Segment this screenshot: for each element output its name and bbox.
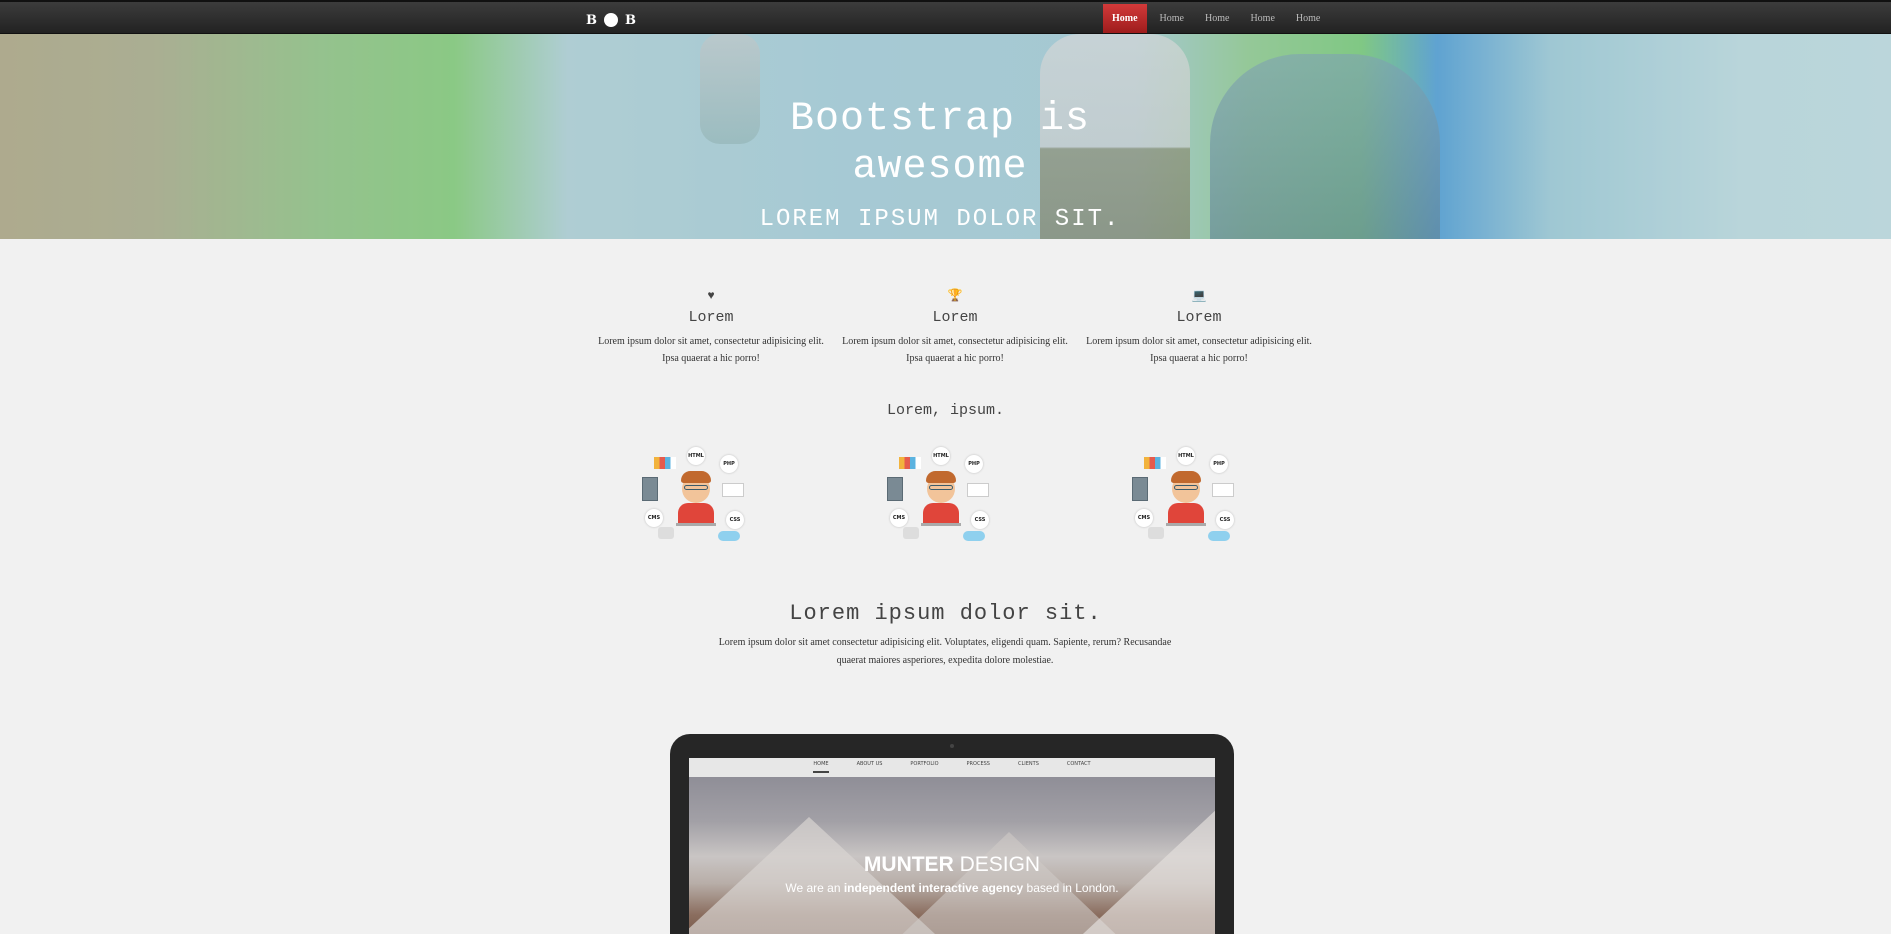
hero-title: Bootstrap is awesome — [789, 97, 1091, 190]
laptop-icon — [676, 523, 716, 526]
glasses-icon — [684, 485, 708, 490]
avatar-hair — [681, 471, 711, 483]
hero-subtitle: LOREM IPSUM DOLOR SIT. — [759, 206, 1121, 233]
html-bubble: HTML — [687, 447, 705, 465]
feature-card: ♥ Lorem Lorem ipsum dolor sit amet, cons… — [589, 288, 833, 367]
hero-background-person — [1210, 54, 1440, 239]
mockup-nav-portfolio: PORTFOLIO — [910, 761, 939, 767]
mockup-nav-home: HOME — [813, 758, 829, 773]
css-bubble: CSS — [726, 511, 744, 529]
mockup-nav-process: PROCESS — [966, 761, 990, 767]
laptop-icon — [1166, 523, 1206, 526]
avatar-row: HTML PHP CMS CSS HTML PHP CMS CSS HTML P… — [640, 447, 1250, 547]
server-icon — [887, 477, 903, 501]
brand-logo[interactable]: B B — [586, 11, 636, 29]
server-icon — [1132, 477, 1148, 501]
laptop-icon: 💻 — [1191, 288, 1207, 302]
gear-icon — [903, 527, 919, 539]
avatar-body — [678, 503, 714, 525]
avatar-hair — [926, 471, 956, 483]
feature-title: Lorem — [932, 309, 978, 326]
books-icon — [1144, 457, 1166, 469]
trophy-icon: 🏆 — [947, 288, 963, 302]
developer-illustration: HTML PHP CMS CSS — [640, 447, 760, 547]
nav-item-home-active[interactable]: Home — [1103, 4, 1147, 33]
cloud-icon — [963, 531, 985, 541]
mockup-sub-a: We are an — [785, 881, 844, 895]
mockup-nav-about: ABOUT US — [856, 761, 883, 767]
developer-illustration: HTML PHP CMS CSS — [885, 447, 1005, 547]
html-bubble: HTML — [1177, 447, 1195, 465]
cloud-icon — [718, 531, 740, 541]
gear-icon — [1148, 527, 1164, 539]
mockup-nav-contact: CONTACT — [1066, 761, 1091, 767]
nav-item-home-3[interactable]: Home — [1197, 4, 1237, 33]
developer-illustration: HTML PHP CMS CSS — [1130, 447, 1250, 547]
avatar-body — [923, 503, 959, 525]
features-row: ♥ Lorem Lorem ipsum dolor sit amet, cons… — [589, 288, 1321, 367]
mockup-sub-b: based in London. — [1023, 881, 1119, 895]
css-bubble: CSS — [971, 511, 989, 529]
skills-title: Lorem, ipsum. — [886, 402, 1005, 419]
feature-text: Lorem ipsum dolor sit amet, consectetur … — [1086, 336, 1312, 364]
avatar-body — [1168, 503, 1204, 525]
php-bubble: PHP — [1210, 455, 1228, 473]
mockup-title-rest: DESIGN — [953, 853, 1041, 876]
brand-letter-left: B — [586, 12, 597, 28]
books-icon — [899, 457, 921, 469]
feature-text: Lorem ipsum dolor sit amet, consectetur … — [598, 336, 824, 364]
mockup-nav: HOME ABOUT US PORTFOLIO PROCESS CLIENTS … — [689, 758, 1215, 777]
device-mockup: HOME ABOUT US PORTFOLIO PROCESS CLIENTS … — [670, 734, 1234, 934]
mockup-subtitle: We are an independent interactive agency… — [689, 881, 1215, 895]
server-icon — [642, 477, 658, 501]
mockup-nav-clients: CLIENTS — [1017, 761, 1039, 767]
mockup-screen: HOME ABOUT US PORTFOLIO PROCESS CLIENTS … — [689, 758, 1215, 934]
cms-bubble: CMS — [1135, 509, 1153, 527]
about-text: Lorem ipsum dolor sit amet consectetur a… — [718, 637, 1172, 666]
feature-card: 💻 Lorem Lorem ipsum dolor sit amet, cons… — [1077, 288, 1321, 367]
monitor-icon — [967, 483, 989, 497]
mockup-title: MUNTER DESIGN — [689, 853, 1215, 877]
nav-item-home-4[interactable]: Home — [1242, 4, 1282, 33]
feature-text: Lorem ipsum dolor sit amet, consectetur … — [842, 336, 1068, 364]
gear-icon — [658, 527, 674, 539]
monitor-icon — [722, 483, 744, 497]
camera-icon — [950, 744, 954, 748]
about-title: Lorem ipsum dolor sit. — [789, 601, 1102, 626]
feature-title: Lorem — [688, 309, 734, 326]
laptop-icon — [921, 523, 961, 526]
heart-icon: ♥ — [707, 288, 715, 302]
nav-item-home-5[interactable]: Home — [1288, 4, 1328, 33]
navbar: B B Home Home Home Home Home — [0, 0, 1891, 34]
nav-item-home-2[interactable]: Home — [1152, 4, 1192, 33]
mockup-sub-bold: independent interactive agency — [843, 881, 1024, 895]
avatar-hair — [1171, 471, 1201, 483]
hero-banner: Bootstrap is awesome LOREM IPSUM DOLOR S… — [0, 34, 1891, 239]
html-bubble: HTML — [932, 447, 950, 465]
brand-dot-icon — [604, 13, 618, 27]
glasses-icon — [1174, 485, 1198, 490]
brand-letter-right: B — [625, 12, 636, 28]
books-icon — [654, 457, 676, 469]
cms-bubble: CMS — [890, 509, 908, 527]
feature-title: Lorem — [1176, 309, 1222, 326]
glasses-icon — [929, 485, 953, 490]
php-bubble: PHP — [965, 455, 983, 473]
mockup-title-bold: MUNTER — [863, 853, 954, 876]
monitor-icon — [1212, 483, 1234, 497]
nav-menu: Home Home Home Home Home — [1103, 4, 1333, 33]
css-bubble: CSS — [1216, 511, 1234, 529]
feature-card: 🏆 Lorem Lorem ipsum dolor sit amet, cons… — [833, 288, 1077, 367]
cloud-icon — [1208, 531, 1230, 541]
cms-bubble: CMS — [645, 509, 663, 527]
php-bubble: PHP — [720, 455, 738, 473]
